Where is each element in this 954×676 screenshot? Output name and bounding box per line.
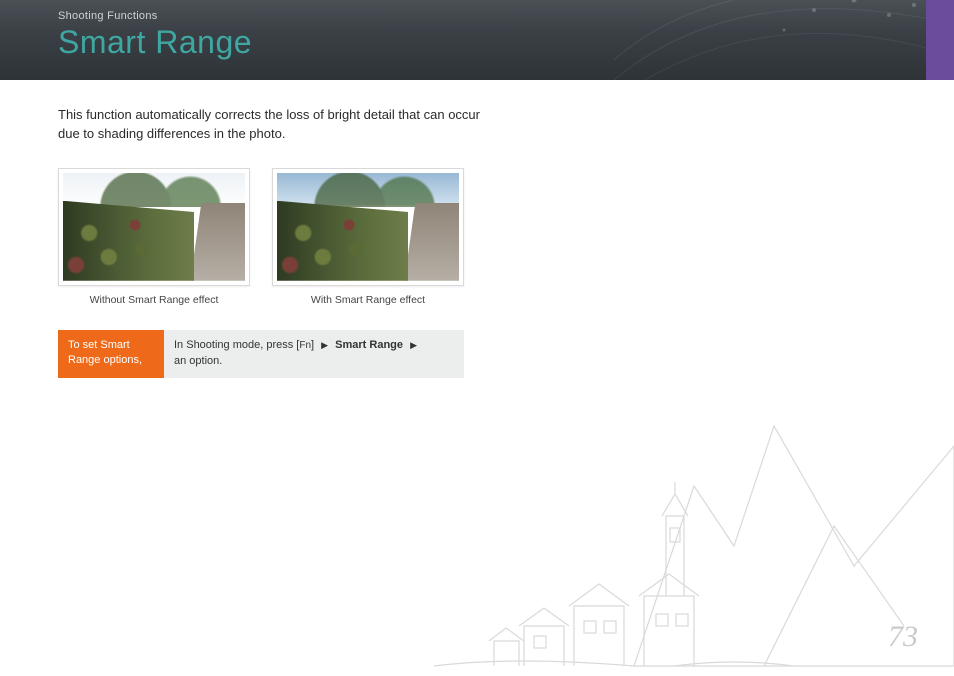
- howto-box: To set Smart Range options, In Shooting …: [58, 330, 464, 378]
- photo-frame: [58, 168, 250, 286]
- content-area: This function automatically corrects the…: [0, 80, 954, 378]
- page-header: Shooting Functions Smart Range: [0, 0, 954, 80]
- photo-frame: [272, 168, 464, 286]
- photo-caption: Without Smart Range effect: [58, 294, 250, 306]
- howto-label: To set Smart Range options,: [58, 330, 164, 378]
- comparison-row: Without Smart Range effect With Smart Ra…: [58, 168, 896, 306]
- intro-text: This function automatically corrects the…: [58, 106, 488, 144]
- header-decoration: [614, 0, 934, 80]
- page-number: 73: [888, 620, 918, 654]
- comparison-item-without: Without Smart Range effect: [58, 168, 250, 306]
- howto-text-mid: ]: [311, 339, 317, 351]
- howto-text-prefix: In Shooting mode, press [: [174, 339, 299, 351]
- arrow-icon: ▶: [410, 339, 417, 352]
- comparison-item-with: With Smart Range effect: [272, 168, 464, 306]
- photo-with-effect: [277, 173, 459, 281]
- fn-key-label: Fn: [299, 340, 311, 351]
- photo-without-effect: [63, 173, 245, 281]
- howto-step-name: Smart Range: [335, 339, 403, 351]
- photo-caption: With Smart Range effect: [272, 294, 464, 306]
- howto-instructions: In Shooting mode, press [Fn] ▶ Smart Ran…: [164, 330, 464, 378]
- arrow-icon: ▶: [321, 339, 328, 352]
- howto-text-suffix: an option.: [174, 355, 222, 367]
- background-illustration: [434, 366, 954, 676]
